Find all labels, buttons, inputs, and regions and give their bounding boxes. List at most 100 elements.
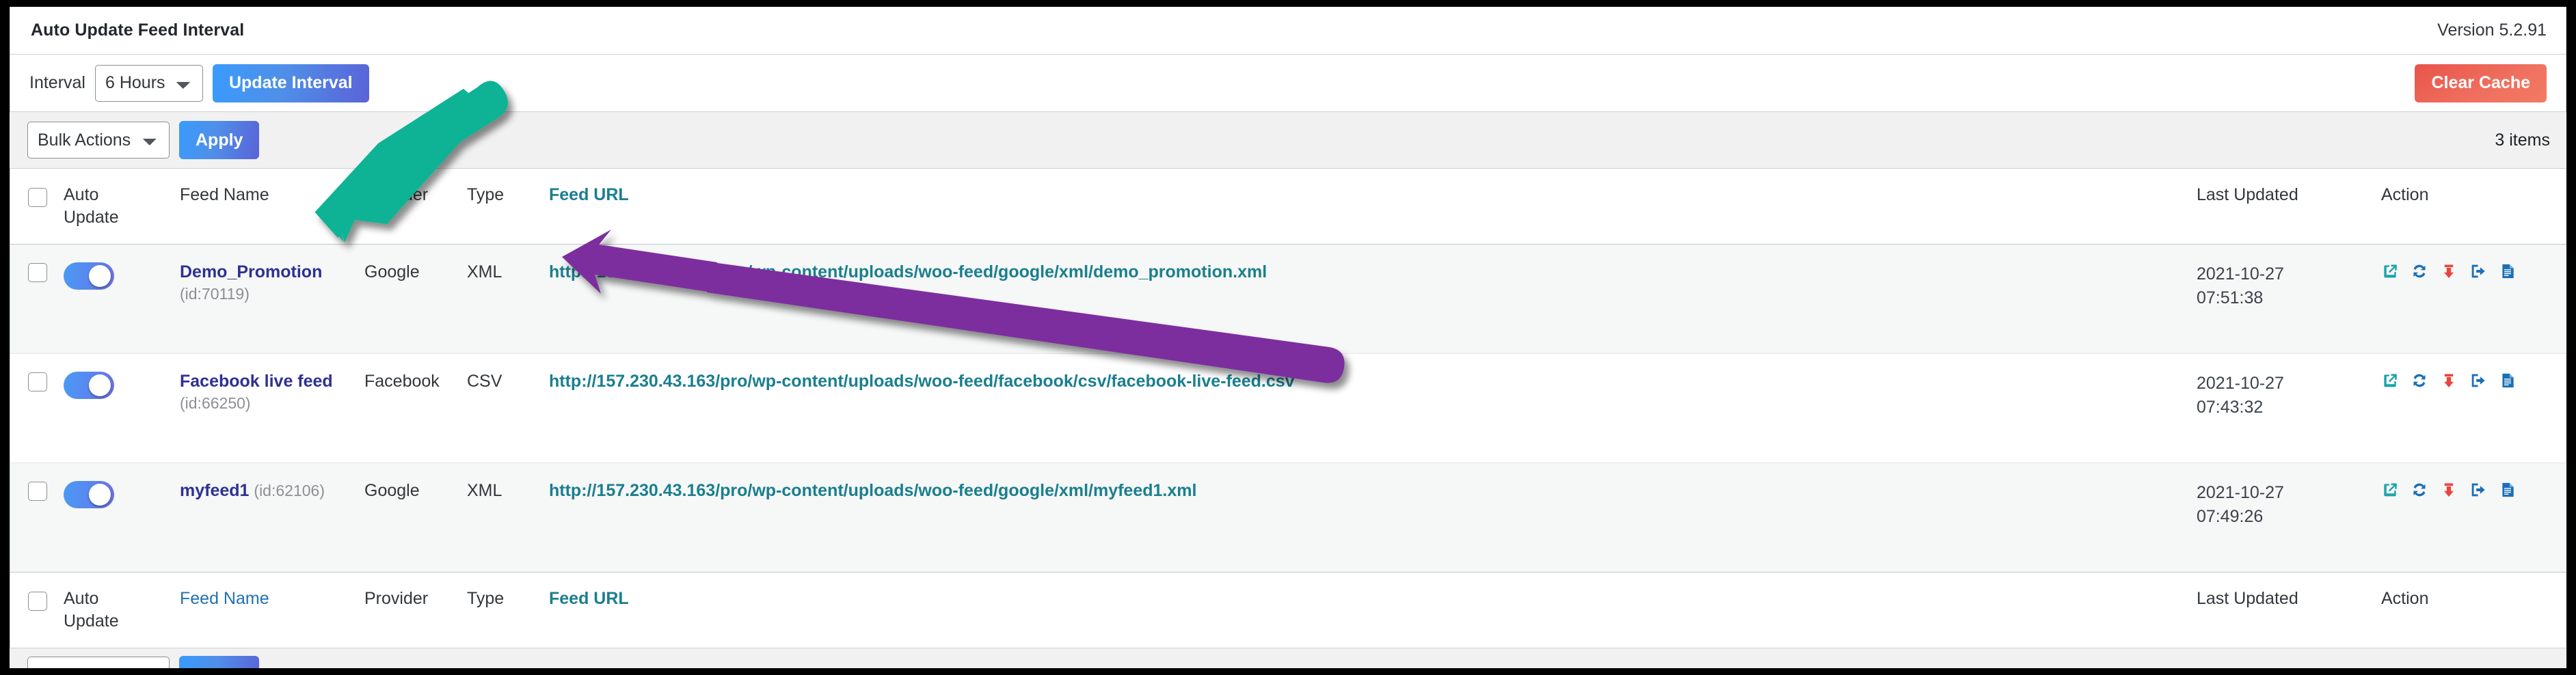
tablenav-bottom: Bulk Actions Apply 3 items: [10, 648, 2566, 675]
feed-log-icon[interactable]: [2499, 262, 2517, 280]
column-header-auto-update-bottom: Auto Update: [64, 572, 180, 648]
row-feed-name-cell: Demo_Promotion (id:70119): [180, 244, 364, 354]
clear-cache-button[interactable]: Clear Cache: [2415, 64, 2547, 102]
panel-header: Auto Update Feed Interval Version 5.2.91: [10, 7, 2566, 55]
feed-log-icon[interactable]: [2499, 372, 2517, 389]
download-feed-icon[interactable]: [2440, 481, 2458, 499]
table-header-row: Auto Update Feed Name Provider Type Feed…: [10, 169, 2566, 245]
row-feed-name-cell: myfeed1 (id:62106): [180, 463, 364, 573]
download-feed-icon[interactable]: [2440, 372, 2458, 389]
last-updated-date: 2021-10-27: [2197, 483, 2284, 502]
feed-url-link[interactable]: http://157.230.43.163/pro/wp-content/upl…: [549, 481, 1196, 500]
view-feed-icon[interactable]: [2381, 481, 2399, 499]
auto-update-toggle[interactable]: [64, 481, 114, 508]
update-interval-button[interactable]: Update Interval: [212, 64, 369, 102]
feed-url-link[interactable]: http://157.230.43.163/pro/wp-content/upl…: [549, 262, 1267, 281]
row-checkbox[interactable]: [28, 263, 47, 283]
column-header-type-bottom: Type: [467, 572, 549, 648]
select-all-header-bottom: [10, 572, 64, 648]
page-title: Auto Update Feed Interval: [31, 20, 245, 40]
export-feed-icon[interactable]: [2469, 481, 2487, 499]
row-provider-cell: Google: [364, 481, 420, 500]
table-row: Demo_Promotion (id:70119) Google XML htt…: [10, 244, 2566, 354]
row-feed-url-cell: http://157.230.43.163/pro/wp-content/upl…: [549, 244, 2197, 354]
row-last-updated-cell: 2021-10-27 07:51:38: [2197, 244, 2381, 354]
bulk-actions-select-bottom[interactable]: Bulk Actions: [27, 657, 170, 668]
interval-bar: Interval 6 Hours Update Interval Clear C…: [10, 55, 2566, 111]
export-feed-icon[interactable]: [2469, 372, 2487, 389]
select-all-checkbox-top[interactable]: [28, 188, 47, 208]
interval-label: Interval: [29, 73, 85, 92]
bulk-actions-select-top[interactable]: Bulk Actions: [27, 122, 170, 159]
row-feed-url-cell: http://157.230.43.163/pro/wp-content/upl…: [549, 353, 2197, 463]
row-type-cell: XML: [467, 481, 502, 500]
column-header-last-updated-top: Last Updated: [2197, 169, 2381, 245]
column-header-last-updated-bottom: Last Updated: [2197, 572, 2381, 648]
column-header-auto-update-top: Auto Update: [64, 169, 180, 245]
feed-name-label[interactable]: myfeed1: [180, 481, 249, 500]
last-updated-time: 07:51:38: [2197, 288, 2264, 307]
auto-update-line1: Auto: [64, 185, 99, 204]
feed-id-label: (id:66250): [180, 394, 251, 412]
row-feed-url-cell: http://157.230.43.163/pro/wp-content/upl…: [549, 463, 2197, 573]
row-checkbox[interactable]: [28, 372, 47, 392]
row-last-updated-cell: 2021-10-27 07:49:26: [2197, 463, 2381, 573]
last-updated-time: 07:49:26: [2197, 506, 2264, 526]
auto-update-line2: Update: [64, 208, 119, 227]
screenshot-root: Auto Update Feed Interval Version 5.2.91…: [0, 0, 2576, 675]
view-feed-icon[interactable]: [2381, 262, 2399, 280]
export-feed-icon[interactable]: [2469, 262, 2487, 280]
toggle-knob: [89, 374, 111, 396]
interval-select[interactable]: 6 Hours: [94, 64, 203, 102]
view-feed-icon[interactable]: [2381, 372, 2399, 389]
row-type-cell: CSV: [467, 353, 549, 463]
last-updated-date: 2021-10-27: [2197, 374, 2284, 393]
column-header-type-top: Type: [467, 169, 549, 245]
row-checkbox[interactable]: [28, 482, 47, 501]
row-feed-name-cell: Facebook live feed (id:66250): [180, 353, 364, 463]
column-header-provider-top: Provider: [364, 169, 467, 245]
table-head: Auto Update Feed Name Provider Type Feed…: [10, 169, 2566, 245]
apply-button-bottom[interactable]: Apply: [179, 656, 260, 668]
refresh-feed-icon[interactable]: [2411, 481, 2428, 499]
row-action-cell: [2381, 244, 2566, 354]
auto-update-panel: Auto Update Feed Interval Version 5.2.91…: [10, 7, 2566, 112]
auto-update-toggle[interactable]: [64, 372, 114, 399]
items-count-bottom: 3 items: [2495, 665, 2550, 675]
tablenav-top: Bulk Actions Apply 3 items: [10, 112, 2566, 168]
feed-id-label: (id:62106): [254, 482, 325, 499]
row-provider-cell: Facebook: [364, 353, 467, 463]
auto-update-toggle[interactable]: [64, 262, 114, 290]
table-body: Demo_Promotion (id:70119) Google XML htt…: [10, 244, 2566, 573]
auto-update-line1: Auto: [64, 589, 99, 608]
column-header-provider-bottom: Provider: [364, 572, 467, 648]
feed-name-label[interactable]: Demo_Promotion: [180, 262, 322, 281]
select-all-checkbox-bottom[interactable]: [28, 592, 47, 611]
row-select-cell: [10, 244, 64, 354]
row-auto-update-cell: [64, 244, 180, 354]
column-header-feed-url-top[interactable]: Feed URL: [549, 169, 2197, 245]
apply-button-top[interactable]: Apply: [179, 121, 260, 159]
last-updated-time: 07:43:32: [2197, 397, 2264, 417]
row-type-cell: XML: [467, 244, 549, 354]
column-header-feed-name-top: Feed Name: [180, 169, 364, 245]
last-updated-date: 2021-10-27: [2197, 264, 2284, 284]
column-header-feed-url-bottom[interactable]: Feed URL: [549, 572, 2197, 648]
feed-name-label[interactable]: Facebook live feed: [180, 372, 333, 391]
column-header-action-bottom: Action: [2381, 572, 2566, 648]
feed-id-label: (id:70119): [180, 285, 250, 303]
row-action-cell: [2381, 463, 2566, 573]
refresh-feed-icon[interactable]: [2411, 262, 2428, 280]
row-action-icons: [2381, 372, 2566, 389]
toggle-knob: [89, 484, 111, 506]
row-auto-update-cell: [64, 463, 180, 573]
feed-url-link[interactable]: http://157.230.43.163/pro/wp-content/upl…: [549, 372, 1295, 391]
feed-log-icon[interactable]: [2499, 481, 2517, 499]
version-label: Version 5.2.91: [2437, 20, 2547, 40]
row-action-cell: [2381, 353, 2566, 463]
column-header-feed-name-bottom[interactable]: Feed Name: [180, 572, 364, 648]
table-row: myfeed1 (id:62106) Google XML http://157…: [10, 463, 2566, 573]
download-feed-icon[interactable]: [2440, 262, 2458, 280]
items-count-top: 3 items: [2495, 130, 2550, 150]
refresh-feed-icon[interactable]: [2411, 372, 2428, 389]
